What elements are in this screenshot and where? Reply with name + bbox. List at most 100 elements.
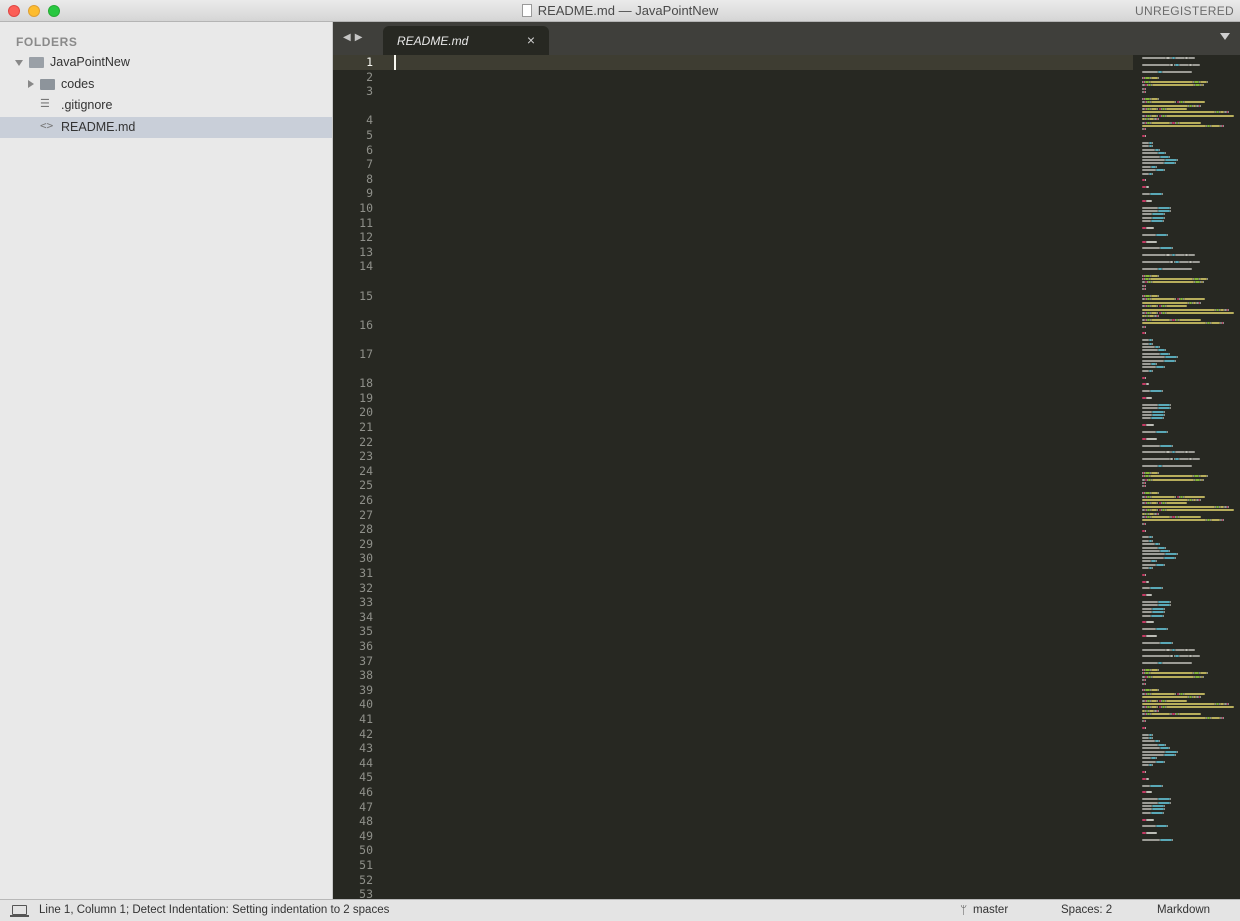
minimap[interactable]: [1138, 55, 1240, 899]
line-number: 34: [359, 609, 373, 624]
minimap-stroke: [1142, 733, 1150, 736]
line-number: 48: [359, 814, 373, 829]
minimap-stroke: [1142, 308, 1215, 311]
minimap-stroke: [1142, 546, 1159, 549]
minimap-stroke: [1160, 352, 1169, 355]
tree-item-gitignore-file[interactable]: ☰ .gitignore: [0, 95, 332, 116]
minimap-stroke: [1142, 254, 1167, 257]
minimap-stroke: [1163, 611, 1165, 614]
tab-navigation-arrows[interactable]: ◀▶: [343, 32, 366, 43]
minimap-stroke: [1144, 573, 1147, 576]
minimap-stroke: [1144, 288, 1146, 291]
minimap-stroke: [1169, 747, 1170, 750]
minimap-stroke: [1142, 601, 1159, 603]
minimap-stroke: [1145, 199, 1152, 202]
minimap-stroke: [1149, 80, 1193, 83]
minimap-stroke: [1157, 689, 1159, 692]
minimap-stroke: [1145, 689, 1150, 692]
minimap-stroke: [1145, 621, 1154, 624]
minimap-stroke: [1177, 750, 1179, 753]
line-number: 53: [359, 887, 373, 899]
tree-item-label: README.md: [61, 120, 136, 134]
line-number: 43: [359, 741, 373, 756]
window-title-area: README.md — JavaPointNew: [0, 3, 1240, 18]
minimap-stroke: [1163, 162, 1176, 165]
line-number: 11: [359, 215, 373, 230]
disclosure-closed-icon[interactable]: [28, 80, 34, 88]
minimap-stroke: [1144, 482, 1146, 484]
minimap-stroke: [1151, 216, 1164, 219]
tab-readme[interactable]: README.md ×: [383, 26, 549, 55]
line-number: 27: [359, 507, 373, 522]
minimap-stroke: [1151, 342, 1153, 345]
minimap-stroke: [1142, 465, 1159, 467]
active-line-highlight: [333, 55, 1133, 70]
minimap-stroke: [1142, 407, 1159, 410]
minimap-stroke: [1142, 247, 1160, 250]
minimap-stroke: [1151, 495, 1175, 498]
minimap-stroke: [1227, 111, 1229, 114]
minimap-stroke: [1165, 108, 1188, 110]
tree-item-readme-file[interactable]: <> README.md: [0, 117, 332, 138]
line-number: 18: [359, 376, 373, 391]
minimap-stroke: [1142, 220, 1151, 223]
line-number: 12: [359, 230, 373, 245]
tab-close-icon[interactable]: ×: [527, 32, 535, 48]
git-branch-icon: ᛘ: [960, 903, 968, 917]
minimap-stroke: [1227, 703, 1229, 705]
minimap-stroke: [1165, 349, 1167, 352]
minimap-stroke: [1151, 516, 1171, 518]
line-number: 10: [359, 201, 373, 215]
syntax-selector[interactable]: Markdown: [1157, 904, 1210, 916]
minimap-stroke: [1169, 155, 1170, 158]
tree-item-codes-folder[interactable]: codes: [0, 74, 332, 95]
minimap-stroke: [1142, 70, 1159, 73]
line-number: 8: [366, 171, 373, 186]
minimap-stroke: [1142, 104, 1188, 107]
minimap-stroke: [1187, 451, 1196, 454]
minimap-stroke: [1150, 77, 1158, 80]
minimap-stroke: [1155, 560, 1157, 563]
tab-list-dropdown-icon[interactable]: [1220, 33, 1230, 40]
line-number: 30: [359, 551, 373, 566]
minimap-stroke: [1223, 716, 1225, 719]
minimap-stroke: [1179, 713, 1201, 716]
line-number: 28: [359, 522, 373, 537]
minimap-stroke: [1142, 611, 1152, 614]
git-branch[interactable]: master: [973, 904, 1008, 916]
minimap-stroke: [1158, 546, 1166, 549]
minimap-stroke: [1142, 754, 1164, 756]
minimap-stroke: [1144, 376, 1147, 379]
line-number: 45: [359, 770, 373, 785]
minimap-stroke: [1163, 754, 1176, 756]
minimap-stroke: [1210, 125, 1220, 127]
minimap-stroke: [1142, 543, 1155, 546]
code-editor[interactable]: 1 2 3 4 5 6 7 8 9 10 11 12 13 14 15 16 17 18 19 20 21 22 23 24 2…: [333, 55, 1240, 899]
code-file-icon: <>: [40, 119, 54, 132]
minimap-stroke: [1149, 672, 1193, 675]
minimap-stroke: [1152, 84, 1195, 87]
minimap-stroke: [1142, 499, 1188, 501]
minimap-stroke: [1169, 352, 1170, 355]
tree-item-label: JavaPointNew: [50, 55, 130, 69]
line-number: 9: [366, 186, 373, 201]
minimap-stroke: [1142, 737, 1150, 739]
minimap-stroke: [1142, 172, 1150, 175]
minimap-stroke: [1165, 305, 1188, 308]
disclosure-open-icon[interactable]: [15, 60, 23, 66]
toggle-panel-icon[interactable]: [10, 905, 29, 917]
minimap-stroke: [1142, 366, 1157, 369]
minimap-stroke: [1142, 553, 1165, 556]
tree-item-project-folder[interactable]: JavaPointNew: [0, 52, 332, 73]
minimap-stroke: [1167, 431, 1169, 433]
minimap-stroke: [1142, 567, 1150, 569]
line-number: 41: [359, 712, 373, 726]
minimap-stroke: [1163, 410, 1165, 413]
minimap-stroke: [1207, 672, 1209, 675]
minimap-stroke: [1152, 675, 1195, 678]
line-number: 3: [366, 84, 373, 99]
line-number: 33: [359, 595, 373, 610]
line-number: 19: [359, 390, 373, 405]
indentation-setting[interactable]: Spaces: 2: [1061, 904, 1112, 916]
minimap-stroke: [1179, 318, 1201, 321]
